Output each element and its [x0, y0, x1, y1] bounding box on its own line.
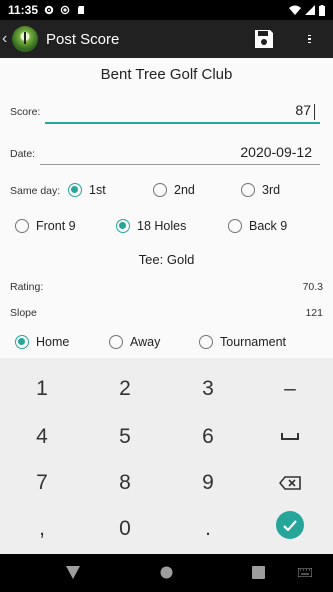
key-label: 5 [119, 425, 131, 448]
key-label: – [284, 377, 296, 400]
key-3[interactable]: 3 [168, 366, 248, 412]
18-holes-radio[interactable]: 18 Holes [116, 219, 186, 233]
club-name: Bent Tree Golf Club [100, 66, 233, 83]
space-icon [281, 433, 299, 440]
key-minus[interactable]: – [250, 366, 330, 412]
date-underline [40, 164, 320, 165]
key-enter[interactable] [250, 502, 330, 548]
slope-value: 121 [305, 307, 323, 319]
back-9-radio[interactable]: Back 9 [228, 219, 287, 233]
key-label: 9 [202, 471, 214, 494]
radio-label: Back 9 [249, 219, 288, 233]
slope-label: Slope [10, 307, 37, 319]
score-input[interactable]: 87 [45, 102, 315, 122]
enter-button [276, 511, 304, 539]
key-label: 3 [202, 377, 214, 400]
date-label: Date: [10, 148, 36, 160]
keyboard-switch-icon[interactable] [298, 568, 312, 577]
radio-circle [15, 219, 29, 233]
app-title: Post Score [46, 30, 120, 48]
front-9-radio[interactable]: Front 9 [15, 219, 76, 233]
backspace-icon [279, 476, 301, 490]
numeric-keyboard: 1 2 3 – 4 5 6 7 8 9 , 0 . [0, 358, 333, 554]
key-9[interactable]: 9 [168, 460, 248, 506]
rating-value: 70.3 [302, 281, 323, 293]
key-label: , [39, 517, 45, 540]
score-form: Bent Tree Golf Club Score: 87 Date: 2020… [0, 58, 333, 358]
key-label: 7 [36, 471, 48, 494]
key-label: 0 [119, 517, 131, 540]
score-label: Score: [10, 106, 41, 118]
key-label: . [205, 517, 211, 540]
key-5[interactable]: 5 [85, 414, 165, 460]
radio-label: 2nd [174, 183, 195, 197]
status-time: 11:35 [8, 3, 39, 17]
radio-label: 1st [89, 183, 106, 197]
tournament-radio[interactable]: Tournament [199, 335, 286, 349]
key-0[interactable]: 0 [85, 506, 165, 552]
radio-label: 3rd [262, 183, 281, 197]
rating-label: Rating: [10, 281, 44, 293]
same-day-radio-group: 1st 2nd 3rd [0, 179, 333, 203]
key-label: 1 [36, 377, 48, 400]
key-backspace[interactable] [250, 460, 330, 506]
recents-square-icon[interactable] [252, 566, 265, 579]
check-icon [283, 519, 297, 531]
key-label: 2 [119, 377, 131, 400]
radio-circle [68, 183, 82, 197]
radio-label: Tournament [220, 335, 287, 349]
back-chevron-icon[interactable]: ‹ [2, 30, 12, 48]
radio-circle [109, 335, 123, 349]
home-radio[interactable]: Home [15, 335, 69, 349]
back-triangle-icon[interactable] [66, 566, 80, 579]
overflow-menu-icon[interactable] [300, 29, 318, 49]
key-4[interactable]: 4 [2, 414, 82, 460]
key-1[interactable]: 1 [2, 366, 82, 412]
key-comma[interactable]: , [2, 506, 82, 552]
wifi-icon [289, 5, 301, 15]
radio-label: Home [36, 335, 70, 349]
battery-icon [319, 4, 325, 16]
key-2[interactable]: 2 [85, 366, 165, 412]
radio-circle [153, 183, 167, 197]
radio-label: Front 9 [36, 219, 76, 233]
location-icon [60, 5, 70, 15]
same-day-1st-radio[interactable]: 1st [68, 183, 106, 197]
signal-icon [305, 5, 315, 15]
radio-label: Away [130, 335, 161, 349]
holes-radio-group: Front 9 18 Holes Back 9 [0, 215, 333, 239]
radio-circle [228, 219, 242, 233]
score-underline [45, 122, 320, 124]
date-input[interactable]: 2020-09-12 [40, 144, 316, 164]
key-7[interactable]: 7 [2, 460, 82, 506]
same-day-3rd-radio[interactable]: 3rd [241, 183, 280, 197]
sd-card-icon [78, 6, 85, 14]
radio-circle [241, 183, 255, 197]
app-bar: ‹ Post Score [0, 20, 333, 58]
key-8[interactable]: 8 [85, 460, 165, 506]
settings-icon [44, 5, 54, 15]
status-bar: 11:35 [0, 0, 333, 20]
text-cursor [314, 104, 315, 120]
radio-label: 18 Holes [137, 219, 187, 233]
key-label: 6 [202, 425, 214, 448]
radio-circle [199, 335, 213, 349]
key-6[interactable]: 6 [168, 414, 248, 460]
same-day-2nd-radio[interactable]: 2nd [153, 183, 195, 197]
key-space[interactable] [250, 414, 330, 460]
system-nav-bar [0, 554, 333, 592]
home-circle-icon[interactable] [160, 566, 173, 579]
away-radio[interactable]: Away [109, 335, 160, 349]
radio-circle [15, 335, 29, 349]
key-period[interactable]: . [168, 506, 248, 552]
post-score-screen: 11:35 ‹ Post Score Bent Tree Golf Club S… [0, 0, 333, 592]
tee-label: Tee: Gold [138, 252, 195, 267]
key-label: 4 [36, 425, 48, 448]
golf-logo-icon[interactable] [12, 26, 38, 52]
save-icon[interactable] [253, 28, 275, 50]
key-label: 8 [119, 471, 131, 494]
location-radio-group: Home Away Tournament [0, 331, 333, 355]
radio-circle [116, 219, 130, 233]
